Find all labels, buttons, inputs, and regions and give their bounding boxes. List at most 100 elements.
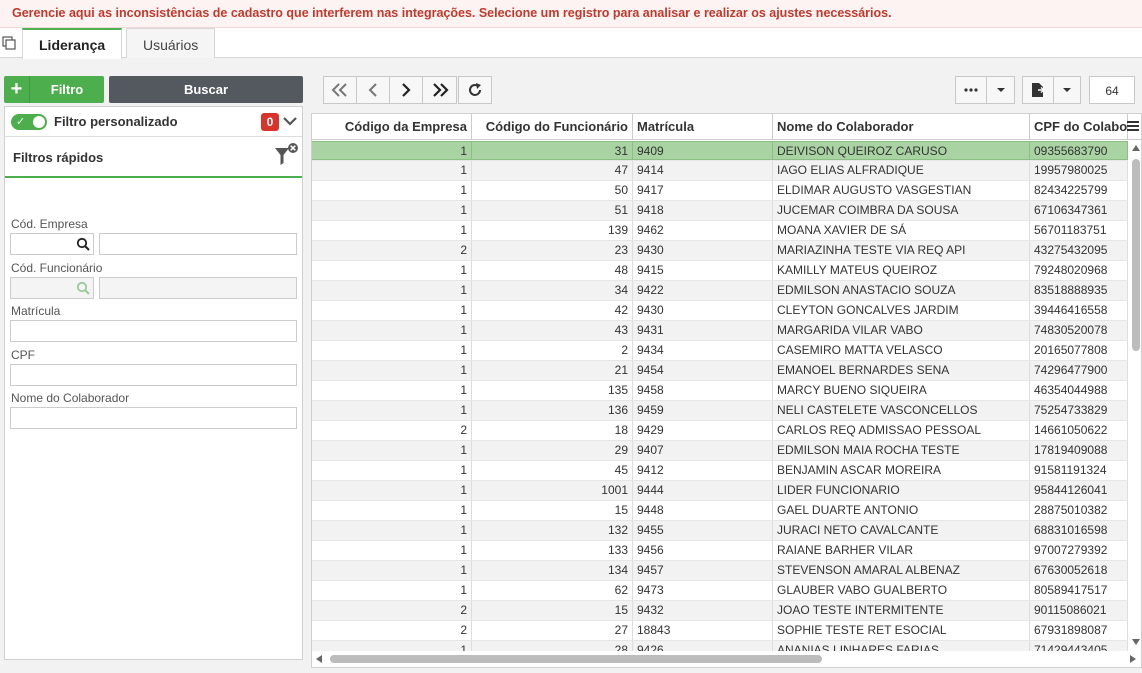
- cell-codigo-funcionario: 21: [472, 361, 633, 380]
- next-page-button[interactable]: [390, 77, 423, 103]
- tab-usuarios[interactable]: Usuários: [126, 28, 216, 58]
- matricula-input[interactable]: [10, 320, 297, 342]
- cpf-input[interactable]: [10, 364, 297, 386]
- col-header-nome-colaborador[interactable]: Nome do Colaborador: [773, 114, 1030, 140]
- table-row[interactable]: 1 47 9414 IAGO ELIAS ALFRADIQUE 19957980025: [312, 161, 1128, 181]
- table-row[interactable]: 1 51 9418 JUCEMAR COIMBRA DA SOUSA 671063473…: [312, 201, 1128, 221]
- refresh-icon: [469, 83, 481, 96]
- scroll-left-icon[interactable]: [316, 655, 322, 663]
- chevron-down-icon: [1063, 88, 1071, 92]
- filter-panel: ✓ Filtro personalizado 0 Filtros rápidos…: [4, 106, 303, 660]
- cell-codigo-empresa: 2: [312, 621, 472, 640]
- cell-nome-colaborador: JURACI NETO CAVALCANTE: [773, 521, 1030, 540]
- table-row[interactable]: 1 133 9456 RAIANE BARHER VILAR 97007279392: [312, 541, 1128, 561]
- table-row[interactable]: 1 1001 9444 LIDER FUNCIONARIO 95844126041: [312, 481, 1128, 501]
- prev-page-button[interactable]: [357, 77, 390, 103]
- tab-bar: Liderança Usuários: [0, 28, 1142, 59]
- cell-codigo-funcionario: 15: [472, 501, 633, 520]
- table-row[interactable]: 1 132 9455 JURACI NETO CAVALCANTE 6883101659…: [312, 521, 1128, 541]
- export-button[interactable]: [1023, 77, 1054, 103]
- cell-nome-colaborador: NELI CASTELETE VASCONCELLOS: [773, 401, 1030, 420]
- table-row[interactable]: 1 31 9409 DEIVISON QUEIROZ CARUSO 0935568379…: [312, 141, 1128, 161]
- chevron-down-icon[interactable]: [282, 112, 298, 130]
- cod-empresa-input[interactable]: [10, 233, 94, 255]
- table-row[interactable]: 1 43 9431 MARGARIDA VILAR VABO 74830520078: [312, 321, 1128, 341]
- col-header-codigo-empresa[interactable]: Código da Empresa: [312, 114, 472, 140]
- cell-nome-colaborador: DEIVISON QUEIROZ CARUSO: [773, 141, 1030, 160]
- filter-sidebar: + Filtro Buscar ✓ Filtro personalizado 0…: [4, 76, 303, 660]
- table-row[interactable]: 1 139 9462 MOANA XAVIER DE SÁ 56701183751: [312, 221, 1128, 241]
- copy-icon[interactable]: [2, 36, 16, 50]
- search-icon[interactable]: [76, 237, 90, 251]
- last-page-button[interactable]: [423, 77, 456, 103]
- filtro-button[interactable]: + Filtro: [4, 76, 104, 103]
- cell-matricula: 9417: [633, 181, 773, 200]
- table-row[interactable]: 1 136 9459 NELI CASTELETE VASCONCELLOS 75254…: [312, 401, 1128, 421]
- cell-codigo-empresa: 2: [312, 421, 472, 440]
- table-row[interactable]: 1 28 9426 ANANIAS LINHARES FARIAS 7142944340…: [312, 641, 1128, 651]
- cell-codigo-funcionario: 132: [472, 521, 633, 540]
- scroll-right-icon[interactable]: [1130, 655, 1136, 663]
- column-menu-icon[interactable]: [1126, 119, 1140, 133]
- cell-matricula: 9409: [633, 141, 773, 160]
- custom-filter-toggle[interactable]: ✓: [11, 114, 47, 130]
- table-row[interactable]: 1 21 9454 EMANOEL BERNARDES SENA 74296477900: [312, 361, 1128, 381]
- export-dropdown-button[interactable]: [1054, 77, 1080, 103]
- cell-nome-colaborador: CASEMIRO MATTA VELASCO: [773, 341, 1030, 360]
- search-icon[interactable]: [76, 281, 90, 295]
- filtro-button-label: Filtro: [50, 82, 84, 97]
- col-header-codigo-funcionario[interactable]: Código do Funcionário: [472, 114, 633, 140]
- cell-nome-colaborador: ELDIMAR AUGUSTO VASGESTIAN: [773, 181, 1030, 200]
- first-page-button[interactable]: [324, 77, 357, 103]
- more-dropdown-button[interactable]: [987, 77, 1014, 103]
- tab-usuarios-label: Usuários: [143, 37, 199, 53]
- col-header-cpf-colaborador[interactable]: CPF do Colaborador: [1030, 114, 1128, 140]
- table-row[interactable]: 1 42 9430 CLEYTON GONCALVES JARDIM 394464165…: [312, 301, 1128, 321]
- table-row[interactable]: 1 2 9434 CASEMIRO MATTA VELASCO 20165077808: [312, 341, 1128, 361]
- table-row[interactable]: 1 50 9417 ELDIMAR AUGUSTO VASGESTIAN 8243422…: [312, 181, 1128, 201]
- refresh-button[interactable]: [458, 76, 492, 104]
- scroll-up-icon[interactable]: [1132, 145, 1140, 151]
- table-row[interactable]: 2 27 18843 SOPHIE TESTE RET ESOCIAL 67931898…: [312, 621, 1128, 641]
- cell-cpf-colaborador: 90115086021: [1030, 601, 1128, 620]
- cell-nome-colaborador: RAIANE BARHER VILAR: [773, 541, 1030, 560]
- table-row[interactable]: 1 135 9458 MARCY BUENO SIQUEIRA 46354044988: [312, 381, 1128, 401]
- vertical-scrollbar[interactable]: [1130, 141, 1141, 651]
- cod-funcionario-input[interactable]: [10, 277, 94, 299]
- table-row[interactable]: 1 34 9422 EDMILSON ANASTACIO SOUZA 835188889…: [312, 281, 1128, 301]
- buscar-button[interactable]: Buscar: [109, 76, 303, 103]
- more-button[interactable]: [956, 77, 987, 103]
- cell-codigo-funcionario: 18: [472, 421, 633, 440]
- table-row[interactable]: 1 29 9407 EDMILSON MAIA ROCHA TESTE 17819409…: [312, 441, 1128, 461]
- table-row[interactable]: 1 48 9415 KAMILLY MATEUS QUEIROZ 79248020968: [312, 261, 1128, 281]
- tab-lideranca[interactable]: Liderança: [22, 28, 123, 59]
- cell-nome-colaborador: ANANIAS LINHARES FARIAS: [773, 641, 1030, 651]
- cell-matricula: 9448: [633, 501, 773, 520]
- table-row[interactable]: 2 23 9430 MARIAZINHA TESTE VIA REQ API 43275…: [312, 241, 1128, 261]
- horizontal-scroll-thumb[interactable]: [330, 655, 822, 663]
- table-row[interactable]: 2 15 9432 JOAO TESTE INTERMITENTE 9011508602…: [312, 601, 1128, 621]
- cell-codigo-empresa: 1: [312, 361, 472, 380]
- cell-matricula: 9418: [633, 201, 773, 220]
- cell-codigo-funcionario: 51: [472, 201, 633, 220]
- horizontal-scrollbar[interactable]: [312, 651, 1141, 667]
- vertical-scroll-thumb[interactable]: [1132, 159, 1140, 351]
- filter-clear-icon[interactable]: [272, 142, 300, 170]
- prev-page-icon: [368, 83, 377, 97]
- col-header-matricula[interactable]: Matrícula: [633, 114, 773, 140]
- custom-filter-row[interactable]: ✓ Filtro personalizado 0: [5, 107, 302, 137]
- table-row[interactable]: 1 15 9448 GAEL DUARTE ANTONIO 28875010382: [312, 501, 1128, 521]
- custom-filter-count-badge: 0: [261, 113, 279, 131]
- page-size-input[interactable]: 64: [1089, 76, 1135, 104]
- table-row[interactable]: 1 134 9457 STEVENSON AMARAL ALBENAZ 67630052…: [312, 561, 1128, 581]
- table-row[interactable]: 1 45 9412 BENJAMIN ASCAR MOREIRA 91581191324: [312, 461, 1128, 481]
- cell-codigo-funcionario: 28: [472, 641, 633, 651]
- scroll-down-icon[interactable]: [1132, 639, 1140, 645]
- nome-colaborador-input[interactable]: [10, 407, 297, 429]
- table-row[interactable]: 2 18 9429 CARLOS REQ ADMISSAO PESSOAL 146610…: [312, 421, 1128, 441]
- table-row[interactable]: 1 62 9473 GLAUBER VABO GUALBERTO 80589417517: [312, 581, 1128, 601]
- cell-nome-colaborador: JUCEMAR COIMBRA DA SOUSA: [773, 201, 1030, 220]
- more-icon: [964, 88, 978, 92]
- cell-codigo-funcionario: 15: [472, 601, 633, 620]
- tab-lideranca-label: Liderança: [39, 37, 106, 53]
